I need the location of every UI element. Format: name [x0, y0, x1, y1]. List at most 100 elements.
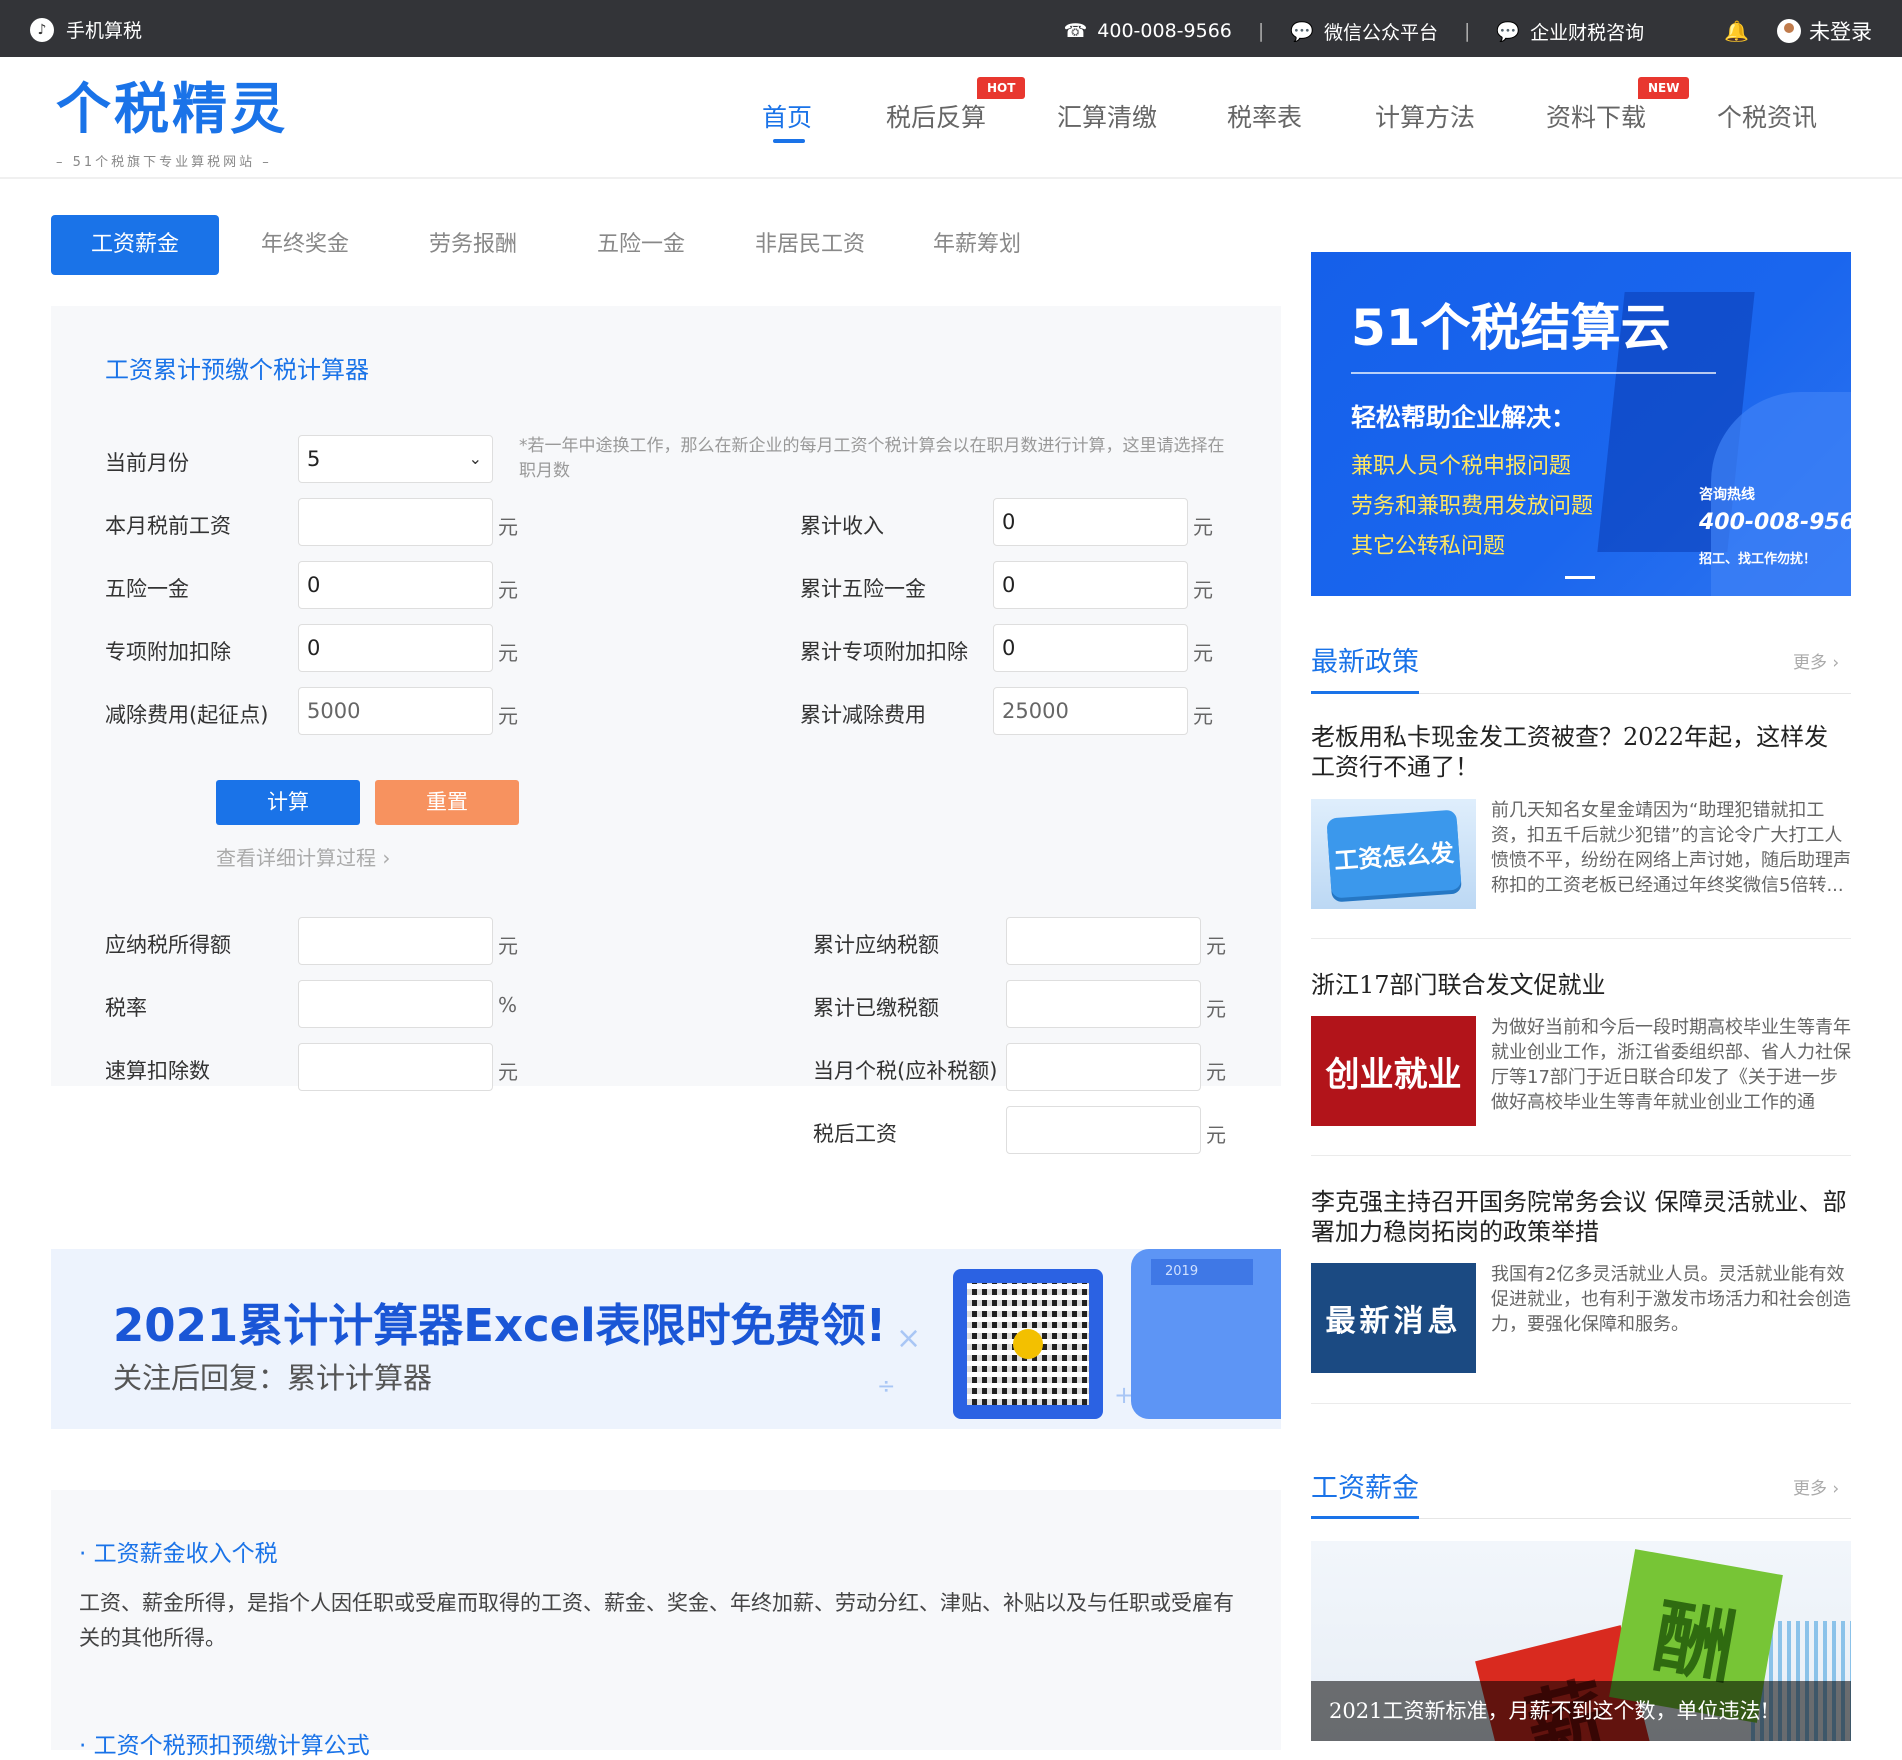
news-thumbnail[interactable]: 工资怎么发 — [1311, 799, 1476, 909]
mobile-tax-link[interactable]: ♪ 手机算税 — [30, 16, 142, 43]
phone-contact[interactable]: ☎ 400-008-9566 — [1064, 20, 1232, 42]
reset-button[interactable]: 重置 — [375, 780, 519, 825]
consult-label: 企业财税咨询 — [1530, 21, 1645, 44]
unit-yuan: 元 — [1193, 641, 1213, 665]
unit-percent: % — [498, 993, 518, 1017]
taxable-income-output — [298, 917, 493, 965]
unit-yuan: 元 — [1206, 934, 1226, 958]
cumulative-threshold-input[interactable]: 25000 — [993, 687, 1188, 735]
month-hint: *若一年中途换工作，那么在新企业的每月工资个税计算会以在职月数进行计算，这里请选… — [519, 436, 1225, 481]
wechat-icon: 💬 — [1496, 20, 1521, 43]
article-body: 工资、薪金所得，是指个人因任职或受雇而取得的工资、薪金、奖金、年终加薪、劳动分红… — [79, 1591, 1234, 1650]
month-value: 5 — [307, 447, 321, 471]
unit-yuan: 元 — [1206, 1123, 1226, 1147]
monthly-tax-label: 当月个税(应补税额) — [813, 1059, 998, 1083]
quick-deduction-label: 速算扣除数 — [105, 1059, 210, 1083]
mobile-tax-label: 手机算税 — [66, 20, 143, 42]
ad-item: 兼职人员个税申报问题 — [1351, 454, 1572, 479]
cumulative-tax-paid-output — [1006, 980, 1201, 1028]
tab-labor-remuneration[interactable]: 劳务报酬 — [429, 215, 517, 275]
logo-name: 个税精灵 — [56, 77, 289, 141]
calculator-screen: 2019 — [1151, 1259, 1253, 1285]
nav-annual-settlement[interactable]: 汇算清缴 — [1057, 98, 1157, 134]
monthly-salary-label: 本月税前工资 — [105, 514, 231, 538]
nav-tax-rate-table[interactable]: 税率表 — [1227, 98, 1302, 134]
hot-badge: HOT — [977, 77, 1026, 99]
nav-tax-news[interactable]: 个税资讯 — [1717, 98, 1817, 134]
threshold-label: 减除费用(起征点) — [105, 703, 269, 727]
view-detail-link[interactable]: 查看详细计算过程 › — [216, 842, 390, 871]
tax-rate-label: 税率 — [105, 996, 147, 1020]
after-tax-salary-label: 税后工资 — [813, 1122, 897, 1146]
tab-year-end-bonus[interactable]: 年终奖金 — [261, 215, 349, 275]
tab-non-resident-salary[interactable]: 非居民工资 — [755, 215, 865, 275]
nav-active-indicator — [773, 139, 805, 143]
policy-more-link[interactable]: 更多 › — [1793, 648, 1839, 673]
avatar[interactable] — [1777, 19, 1801, 43]
article-heading-2: · 工资个税预扣预缴计算公式 — [79, 1733, 370, 1759]
thumbnail-text: 工资怎么发 — [1325, 809, 1462, 899]
salary-section-title: 工资薪金 — [1311, 1473, 1419, 1504]
cumulative-social-insurance-label: 累计五险一金 — [800, 577, 926, 601]
news-summary: 我国有2亿多灵活就业人员。灵活就业能有效促进就业，也有利于激发市场活力和社会创造… — [1491, 1264, 1851, 1335]
hotline-label: 咨询热线 — [1699, 487, 1755, 503]
news-title[interactable]: 浙江17部门联合发文促就业 — [1311, 970, 1851, 1000]
settlement-cloud-ad[interactable]: 51个税结算云 轻松帮助企业解决： 兼职人员个税申报问题 劳务和兼职费用发放问题… — [1311, 252, 1851, 596]
multiply-icon: × — [896, 1321, 922, 1356]
news-title[interactable]: 老板用私卡现金发工资被查？2022年起，这样发工资行不通了！ — [1311, 722, 1851, 782]
chevron-down-icon: ⌄ — [468, 449, 482, 468]
wechat-label: 微信公众平台 — [1323, 21, 1438, 44]
special-deduction-input[interactable]: 0 — [298, 624, 493, 672]
excel-promo-banner[interactable]: 2021累计计算器Excel表限时免费领! 关注后回复：累计计算器 × ÷ + … — [51, 1249, 1281, 1429]
salary-tax-article: · 工资薪金收入个税 工资、薪金所得，是指个人因任职或受雇而取得的工资、薪金、奖… — [51, 1490, 1281, 1759]
divide-icon: ÷ — [877, 1374, 896, 1399]
nav-calc-method[interactable]: 计算方法 — [1375, 98, 1475, 134]
wechat-link[interactable]: 💬 微信公众平台 — [1290, 18, 1438, 45]
month-select[interactable]: 5 ⌄ — [298, 435, 493, 483]
news-thumbnail[interactable]: 最新消息 — [1311, 1263, 1476, 1373]
monthly-salary-input[interactable] — [298, 498, 493, 546]
feature-caption: 2021工资新标准，月薪不到这个数，单位违法! — [1311, 1681, 1851, 1741]
thumbnail-text: 最新消息 — [1325, 1304, 1462, 1339]
banner-subline: 关注后回复：累计计算器 — [113, 1361, 433, 1395]
news-title[interactable]: 李克强主持召开国务院常务会议 保障灵活就业、部署加力稳岗拓岗的政策举措 — [1311, 1187, 1851, 1247]
ad-title: 51个税结算云 — [1351, 299, 1671, 357]
top-bar: ♪ 手机算税 ☎ 400-008-9566 | 💬 微信公众平台 | 💬 企业财… — [0, 0, 1902, 57]
phone-number: 400-008-9566 — [1097, 20, 1232, 42]
unit-yuan: 元 — [498, 704, 518, 728]
tab-salary[interactable]: 工资薪金 — [51, 215, 219, 275]
consult-link[interactable]: 💬 企业财税咨询 — [1496, 18, 1644, 45]
ad-subtitle: 轻松帮助企业解决： — [1351, 403, 1577, 432]
nav-home[interactable]: 首页 — [762, 98, 812, 134]
phone-icon: ☎ — [1063, 20, 1088, 42]
calculate-button[interactable]: 计算 — [216, 780, 360, 825]
cumulative-income-input[interactable]: 0 — [993, 498, 1188, 546]
monthly-tax-output — [1006, 1043, 1201, 1091]
cumulative-special-deduction-input[interactable]: 0 — [993, 624, 1188, 672]
nav-reverse-calc[interactable]: 税后反算 — [886, 98, 986, 134]
salary-feature-card[interactable]: 薪 酬 2021工资新标准，月薪不到这个数，单位违法! — [1311, 1541, 1851, 1741]
unit-yuan: 元 — [1206, 997, 1226, 1021]
tab-annual-salary-plan[interactable]: 年薪筹划 — [933, 215, 1021, 275]
site-logo[interactable]: 个税精灵 – 51个税旗下专业算税网站 – — [56, 75, 288, 170]
unit-yuan: 元 — [498, 1060, 518, 1084]
login-link[interactable]: 未登录 — [1809, 16, 1872, 46]
social-insurance-input[interactable]: 0 — [298, 561, 493, 609]
month-label: 当前月份 — [105, 451, 189, 475]
tab-social-insurance[interactable]: 五险一金 — [597, 215, 685, 275]
threshold-input[interactable]: 5000 — [298, 687, 493, 735]
unit-yuan: 元 — [1193, 515, 1213, 539]
salary-more-link[interactable]: 更多 › — [1793, 1474, 1839, 1499]
news-thumbnail[interactable]: 创业就业 — [1311, 1016, 1476, 1126]
divider: | — [1464, 20, 1471, 42]
calculator-title: 工资累计预缴个税计算器 — [105, 356, 369, 384]
nav-downloads[interactable]: 资料下载 — [1546, 98, 1646, 134]
cumulative-threshold-label: 累计减除费用 — [800, 703, 926, 727]
cumulative-social-insurance-input[interactable]: 0 — [993, 561, 1188, 609]
new-badge: NEW — [1638, 77, 1690, 99]
bell-icon[interactable]: 🔔 — [1724, 19, 1749, 43]
banner-headline: 2021累计计算器Excel表限时免费领! — [113, 1299, 887, 1352]
cumulative-income-label: 累计收入 — [800, 514, 884, 538]
cumulative-tax-paid-label: 累计已缴税额 — [813, 996, 939, 1020]
news-summary: 前几天知名女星金靖因为“助理犯错就扣工资，扣五千后就少犯错”的言论令广大打工人愤… — [1491, 800, 1851, 896]
